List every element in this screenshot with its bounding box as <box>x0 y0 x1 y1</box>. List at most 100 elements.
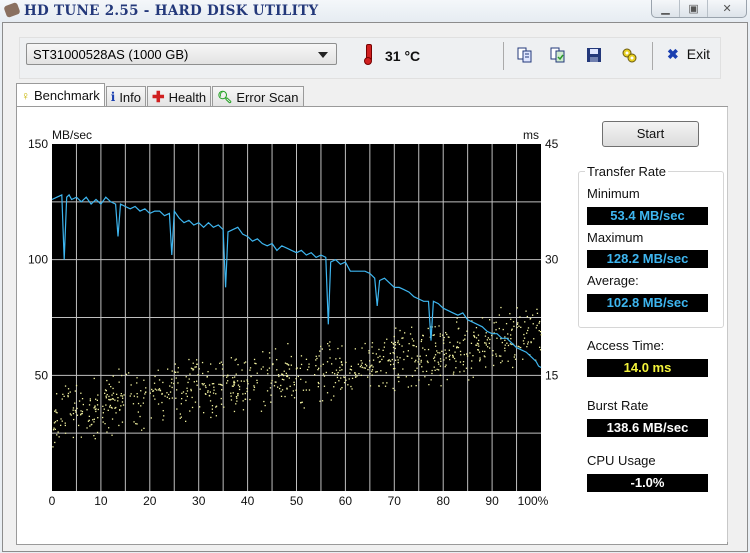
access-time-point <box>256 379 258 381</box>
access-time-point <box>112 392 115 394</box>
access-time-point <box>433 356 436 358</box>
access-time-point <box>350 365 352 367</box>
access-time-point <box>241 369 243 371</box>
access-time-point <box>249 398 251 401</box>
access-time-point <box>264 404 266 407</box>
access-time-point <box>120 395 122 397</box>
access-time-point <box>323 375 326 377</box>
access-time-point <box>389 360 392 362</box>
access-time-point <box>440 385 442 387</box>
access-time-point <box>108 383 110 385</box>
access-time-point <box>162 410 164 412</box>
start-button[interactable]: Start <box>602 121 699 147</box>
access-time-point <box>95 398 97 400</box>
access-time-point <box>392 352 394 354</box>
access-time-point <box>459 361 462 363</box>
access-time-point <box>478 351 481 353</box>
access-time-point <box>227 380 229 382</box>
access-time-point <box>415 385 417 387</box>
access-time-point <box>361 347 363 349</box>
access-time-point <box>321 400 324 402</box>
access-time-point <box>434 354 437 356</box>
access-time-point <box>280 384 282 387</box>
x-tick-label: 0 <box>49 494 56 508</box>
access-time-point <box>371 370 373 373</box>
access-time-point <box>412 340 415 342</box>
access-time-point <box>175 397 177 399</box>
access-time-point <box>318 367 320 369</box>
access-time-point <box>235 396 238 398</box>
access-time-point <box>321 348 323 350</box>
access-time-point <box>186 390 189 392</box>
access-time-point <box>221 384 223 386</box>
access-time-point <box>448 336 450 338</box>
access-time-point <box>463 370 465 372</box>
access-time-point <box>112 375 114 377</box>
access-time-point <box>308 363 310 365</box>
access-time-point <box>416 367 418 369</box>
access-time-point <box>520 346 522 349</box>
access-time-point <box>443 353 445 356</box>
access-time-point <box>510 318 512 320</box>
access-time-point <box>91 423 93 426</box>
access-time-point <box>326 392 329 394</box>
access-time-point <box>519 316 521 318</box>
access-time-point <box>286 388 288 390</box>
access-time-point <box>300 402 302 404</box>
access-time-point <box>247 383 249 385</box>
access-time-point <box>133 421 135 423</box>
access-time-point <box>174 363 176 365</box>
access-time-point <box>176 408 178 410</box>
access-time-point <box>293 381 295 383</box>
access-time-point <box>449 341 451 344</box>
access-time-point <box>464 338 466 340</box>
access-time-point <box>227 375 229 377</box>
access-time-point <box>170 382 173 384</box>
access-time-point <box>130 384 132 386</box>
access-time-point <box>394 367 396 370</box>
access-time-point <box>255 363 257 365</box>
access-time-point <box>410 385 413 387</box>
access-time-point <box>510 338 512 340</box>
access-time-point <box>397 342 399 344</box>
access-time-point <box>506 342 508 344</box>
access-time-point <box>513 325 515 327</box>
access-time-point <box>469 352 471 354</box>
access-time-point <box>472 376 474 378</box>
access-time-point <box>235 373 237 375</box>
access-time-point <box>351 377 354 379</box>
access-time-point <box>322 363 324 365</box>
access-time-point <box>74 390 76 392</box>
access-time-point <box>276 359 278 361</box>
access-time-point <box>368 352 370 354</box>
access-time-point <box>330 399 332 401</box>
access-time-point <box>378 361 381 363</box>
access-time-point <box>104 389 107 391</box>
access-time-point <box>62 393 64 395</box>
access-time-point <box>234 382 236 384</box>
access-time-point <box>194 366 196 368</box>
access-time-point <box>161 401 163 404</box>
access-time-point <box>191 368 193 370</box>
access-time-point <box>293 384 295 386</box>
access-time-point <box>93 407 95 409</box>
access-time-point <box>481 317 484 319</box>
access-time-point <box>498 355 501 357</box>
access-time-point <box>287 343 289 345</box>
access-time-point <box>341 387 343 389</box>
access-time-point <box>220 397 222 400</box>
access-time-point <box>245 361 247 363</box>
access-time-point <box>337 347 339 350</box>
access-time-point <box>308 366 310 368</box>
access-time-point <box>210 363 212 365</box>
access-time-point <box>421 366 423 368</box>
access-time-point <box>439 352 441 354</box>
access-time-point <box>331 363 333 365</box>
access-time-point <box>156 389 158 391</box>
access-time-point <box>195 366 197 368</box>
access-time-point <box>399 357 401 359</box>
access-time-point <box>181 398 183 400</box>
access-time-point <box>470 367 473 369</box>
access-time-point <box>230 395 232 397</box>
access-time-point <box>268 352 271 354</box>
